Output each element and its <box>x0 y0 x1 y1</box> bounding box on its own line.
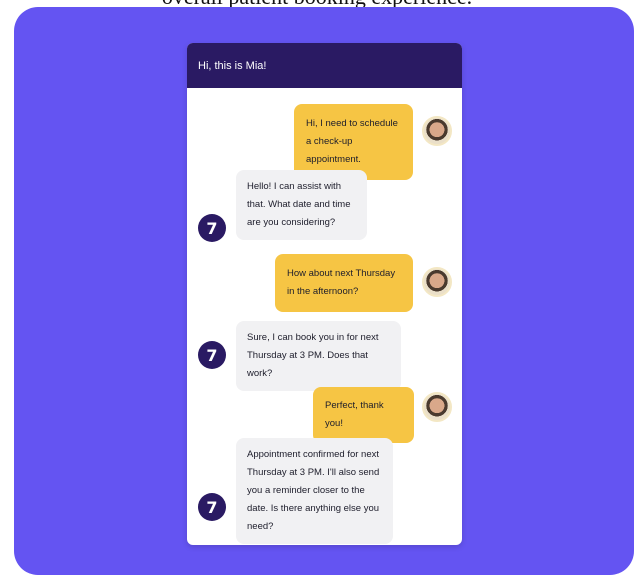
bot-logo-icon: 7 <box>198 214 226 242</box>
message-text: Hi, I need to schedule a check-up appoin… <box>306 118 398 165</box>
user-avatar-icon <box>422 392 452 422</box>
message-text: Sure, I can book you in for next Thursda… <box>247 332 379 379</box>
user-message: How about next Thursday in the afternoon… <box>275 254 413 312</box>
bot-logo-glyph: 7 <box>206 345 218 365</box>
user-message: Perfect, thank you! <box>313 387 414 443</box>
bot-logo-icon: 7 <box>198 341 226 369</box>
user-avatar-icon <box>422 267 452 297</box>
chat-window: Hi, this is Mia! Hi, I need to schedule … <box>187 43 462 545</box>
bot-logo-icon: 7 <box>198 493 226 521</box>
bot-message: Hello! I can assist with that. What date… <box>236 170 367 240</box>
user-avatar-icon <box>422 116 452 146</box>
message-text: Hello! I can assist with that. What date… <box>247 181 351 228</box>
chat-header: Hi, this is Mia! <box>187 43 462 88</box>
message-text: How about next Thursday in the afternoon… <box>287 268 396 297</box>
message-text: Perfect, thank you! <box>325 400 384 429</box>
bot-logo-glyph: 7 <box>206 497 218 517</box>
bot-logo-glyph: 7 <box>206 218 218 238</box>
bot-message: Sure, I can book you in for next Thursda… <box>236 321 401 391</box>
message-text: Appointment confirmed for next Thursday … <box>247 449 380 532</box>
bot-message: Appointment confirmed for next Thursday … <box>236 438 393 544</box>
chat-title: Hi, this is Mia! <box>198 59 267 72</box>
user-message: Hi, I need to schedule a check-up appoin… <box>294 104 413 180</box>
